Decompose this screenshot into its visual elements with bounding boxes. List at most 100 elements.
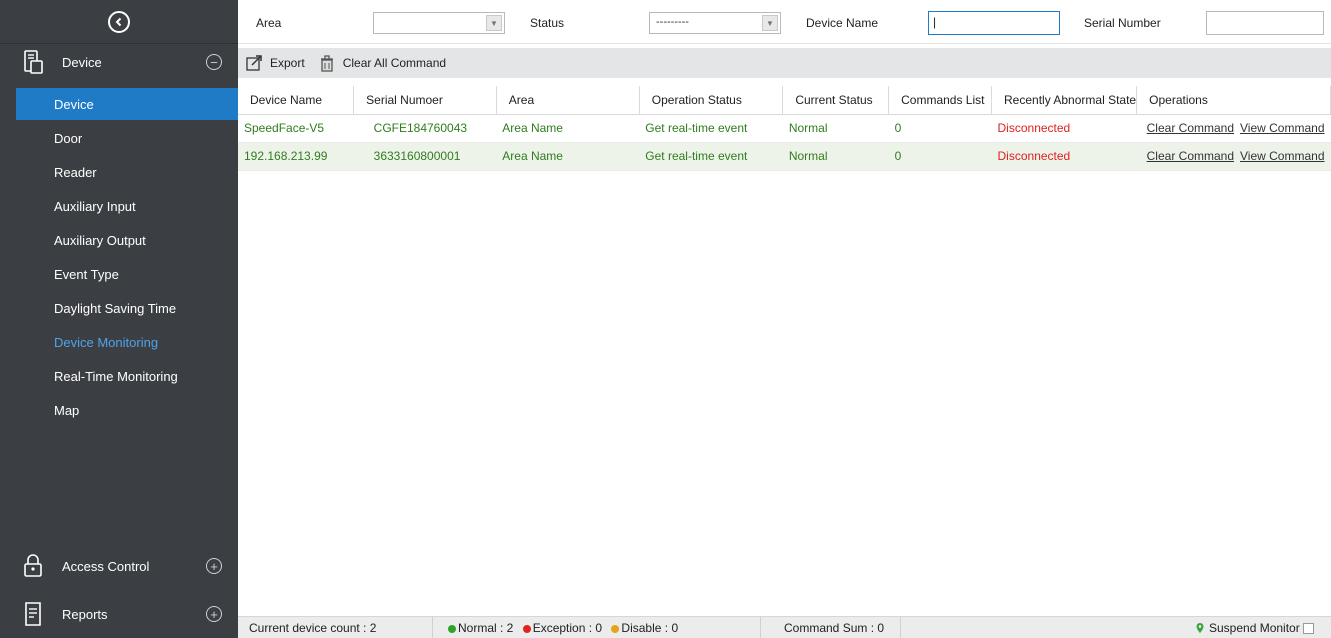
area-cell: Area Name xyxy=(496,114,640,143)
device-count-text: Current device count : 2 xyxy=(249,621,377,635)
table-row[interactable]: 192.168.213.99 3633160800001 Area Name G… xyxy=(238,142,1331,171)
expand-section-icon[interactable]: + xyxy=(206,606,222,622)
location-pin-icon xyxy=(1196,623,1204,633)
sidebar-item-device[interactable]: Device xyxy=(16,88,238,120)
suspend-monitor-checkbox[interactable] xyxy=(1302,622,1314,634)
sidebar-item-label: Device xyxy=(54,96,94,112)
column-header[interactable]: Recently Abnormal State xyxy=(991,86,1138,115)
status-select[interactable]: --------- ▼ xyxy=(649,12,781,34)
device-table: Device Name Serial Numoer Area Operation… xyxy=(238,86,1331,171)
sidebar-item-device-monitoring[interactable]: Device Monitoring xyxy=(16,326,238,358)
view-command-link[interactable]: View Command xyxy=(1240,121,1324,135)
sidebar-item-label: Door xyxy=(54,130,83,146)
chevron-down-icon[interactable]: ▼ xyxy=(762,15,778,31)
sidebar-item-label: Auxiliary Input xyxy=(54,198,136,214)
clear-command-icon xyxy=(320,55,333,72)
sidebar-section-access-control[interactable]: Access Control + xyxy=(0,546,238,586)
device-name-filter-label: Device Name xyxy=(806,16,879,30)
export-icon xyxy=(246,55,262,71)
toolbar: Export Clear All Command xyxy=(238,48,1331,78)
expand-section-icon[interactable]: + xyxy=(206,558,222,574)
status-select-value: --------- xyxy=(656,16,689,28)
divider xyxy=(432,617,433,638)
sidebar-item-real-time-monitoring[interactable]: Real-Time Monitoring xyxy=(16,360,238,392)
sidebar-item-label: Device Monitoring xyxy=(54,334,159,350)
disable-count: Disable : 0 xyxy=(621,621,679,635)
device-name-input[interactable]: | xyxy=(928,11,1060,35)
sidebar-item-map[interactable]: Map xyxy=(16,394,238,426)
sidebar-item-reader[interactable]: Reader xyxy=(16,156,238,188)
export-label: Export xyxy=(270,56,305,70)
column-header[interactable]: Operations xyxy=(1136,86,1331,115)
lock-icon xyxy=(22,553,44,579)
view-command-link[interactable]: View Command xyxy=(1240,149,1324,163)
device-name-cell: SpeedFace-V5 xyxy=(238,114,354,143)
sidebar-item-auxiliary-input[interactable]: Auxiliary Input xyxy=(16,190,238,222)
column-header[interactable]: Commands List xyxy=(888,86,993,115)
column-header[interactable]: Device Name xyxy=(238,86,355,115)
sidebar-section-label: Device xyxy=(62,54,102,70)
commands-list-cell: 0 xyxy=(888,142,992,171)
status-bar: Current device count : 2 Normal : 2 Exce… xyxy=(238,616,1331,638)
disable-status-icon xyxy=(611,624,620,633)
clear-all-command-button[interactable]: Clear All Command xyxy=(319,54,446,72)
collapse-sidebar-icon[interactable] xyxy=(108,10,130,33)
command-sum-text: Command Sum : 0 xyxy=(784,621,885,635)
sidebar-section-label: Reports xyxy=(62,606,108,622)
serial-number-cell: 3633160800001 xyxy=(353,142,497,171)
sidebar-item-label: Daylight Saving Time xyxy=(54,300,177,316)
column-header[interactable]: Serial Numoer xyxy=(353,86,497,115)
device-name-input-value: | xyxy=(933,15,937,29)
device-icon xyxy=(22,49,44,75)
table-row[interactable]: SpeedFace-V5 CGFE184760043 Area Name Get… xyxy=(238,114,1331,143)
exception-status-icon xyxy=(522,624,531,633)
operations-cell: Clear Command View Command xyxy=(1136,142,1331,171)
column-header[interactable]: Current Status xyxy=(782,86,890,115)
serial-number-filter-label: Serial Number xyxy=(1084,16,1161,30)
serial-number-cell: CGFE184760043 xyxy=(353,114,497,143)
sidebar-item-door[interactable]: Door xyxy=(16,122,238,154)
main-content: Area ▼ Status --------- ▼ Device Name | … xyxy=(238,0,1331,638)
sidebar-item-label: Auxiliary Output xyxy=(54,232,146,248)
serial-number-input[interactable] xyxy=(1206,11,1324,35)
sidebar-item-label: Reader xyxy=(54,164,97,180)
filter-bar: Area ▼ Status --------- ▼ Device Name | … xyxy=(238,0,1331,44)
sidebar-item-daylight-saving-time[interactable]: Daylight Saving Time xyxy=(16,292,238,324)
sidebar-item-label: Map xyxy=(54,402,80,418)
chevron-down-icon[interactable]: ▼ xyxy=(486,15,502,31)
divider xyxy=(760,617,761,638)
sidebar-item-label: Real-Time Monitoring xyxy=(54,368,178,384)
sidebar-section-label: Access Control xyxy=(62,558,150,574)
sidebar-section-reports[interactable]: Reports + xyxy=(0,594,238,634)
area-select[interactable]: ▼ xyxy=(373,12,505,34)
exception-count: Exception : 0 xyxy=(532,621,603,635)
sidebar-item-event-type[interactable]: Event Type xyxy=(16,258,238,290)
area-filter-label: Area xyxy=(256,16,282,30)
operation-status-cell: Get real-time event xyxy=(639,114,783,143)
sidebar-item-label: Event Type xyxy=(54,266,119,282)
column-header[interactable]: Operation Status xyxy=(639,86,784,115)
collapse-section-icon[interactable]: − xyxy=(206,54,222,70)
abnormal-state-cell: Disconnected xyxy=(991,142,1137,171)
clear-command-link[interactable]: Clear Command xyxy=(1147,121,1234,135)
operations-cell: Clear Command View Command xyxy=(1136,114,1331,143)
column-header[interactable]: Area xyxy=(496,86,640,115)
suspend-monitor-control[interactable]: Suspend Monitor xyxy=(1195,621,1314,635)
abnormal-state-cell: Disconnected xyxy=(991,114,1137,143)
reports-icon xyxy=(22,601,44,627)
sidebar-header xyxy=(0,0,238,44)
operation-status-cell: Get real-time event xyxy=(639,142,783,171)
sidebar-section-device[interactable]: Device − xyxy=(0,42,238,82)
area-cell: Area Name xyxy=(496,142,640,171)
device-name-cell: 192.168.213.99 xyxy=(238,142,354,171)
normal-status-icon xyxy=(448,624,456,633)
divider xyxy=(900,617,901,638)
sidebar: Device − Device Door Reader Auxiliary In… xyxy=(0,0,238,638)
normal-count: Normal : 2 xyxy=(458,621,514,635)
clear-command-link[interactable]: Clear Command xyxy=(1147,149,1234,163)
status-legend: Normal : 2 Exception : 0 Disable : 0 xyxy=(442,621,678,635)
clear-all-command-label: Clear All Command xyxy=(342,56,447,70)
sidebar-item-auxiliary-output[interactable]: Auxiliary Output xyxy=(16,224,238,256)
export-button[interactable]: Export xyxy=(246,55,305,71)
commands-list-cell: 0 xyxy=(888,114,992,143)
